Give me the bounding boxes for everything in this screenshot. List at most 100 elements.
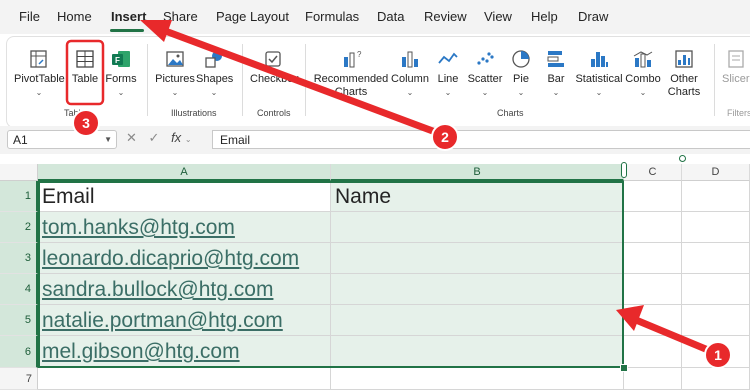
column-header-b[interactable]: B	[331, 164, 624, 181]
menu-review[interactable]: Review	[424, 9, 467, 24]
cell-d2[interactable]	[682, 212, 750, 243]
menu-help[interactable]: Help	[531, 9, 558, 24]
cell-a7[interactable]	[38, 368, 331, 390]
cell-c1[interactable]	[624, 181, 682, 212]
shapes-button[interactable]: Shapes ⌄	[196, 48, 233, 98]
cell-d3[interactable]	[682, 243, 750, 274]
name-box[interactable]: A1 ▼	[7, 130, 117, 149]
cell-d7[interactable]	[682, 368, 750, 390]
menu-data[interactable]: Data	[377, 9, 404, 24]
pie-chart-button[interactable]: Pie ⌄	[507, 48, 535, 98]
slicer-button[interactable]: Slicer	[722, 48, 750, 86]
fill-handle[interactable]	[620, 364, 628, 372]
cell-c5[interactable]	[624, 305, 682, 336]
formula-input[interactable]: Email	[212, 130, 750, 149]
table-label: Table	[71, 73, 99, 85]
statistical-label: Statistical	[575, 73, 623, 85]
other-charts-icon	[675, 50, 693, 68]
checkbox-button[interactable]: Checkbox	[250, 48, 299, 86]
menu-share[interactable]: Share	[163, 9, 198, 24]
menu-formulas[interactable]: Formulas	[305, 9, 359, 24]
row-header-1[interactable]: 1	[0, 181, 38, 212]
menu-file[interactable]: File	[19, 9, 40, 24]
row-header-3[interactable]: 3	[0, 243, 38, 274]
cell-d5[interactable]	[682, 305, 750, 336]
cell-d6[interactable]	[682, 336, 750, 368]
formula-controls: ✕ ✓ fx ⌄	[126, 130, 192, 146]
chevron-down-icon[interactable]: ▼	[104, 135, 112, 144]
ribbon-separator	[242, 44, 243, 116]
cell-d4[interactable]	[682, 274, 750, 305]
table-button[interactable]: Table	[69, 48, 101, 86]
cell-c3[interactable]	[624, 243, 682, 274]
group-label-charts: Charts	[497, 108, 524, 118]
chevron-down-icon: ⌄	[639, 88, 647, 97]
chevron-down-icon[interactable]: ⌄	[185, 135, 192, 144]
pictures-button[interactable]: Pictures ⌄	[154, 48, 196, 98]
bar-chart-button[interactable]: Bar ⌄	[542, 48, 570, 98]
resize-handle[interactable]	[621, 162, 627, 178]
other-charts-label: Other Charts	[667, 73, 701, 98]
menu-view[interactable]: View	[484, 9, 512, 24]
column-label: Column	[391, 73, 429, 85]
scatter-chart-icon	[477, 52, 494, 65]
column-chart-button[interactable]: Column ⌄	[390, 48, 430, 98]
menu-insert[interactable]: Insert	[111, 9, 146, 24]
menu-home[interactable]: Home	[57, 9, 92, 24]
checkbox-label: Checkbox	[250, 73, 299, 85]
group-label-controls: Controls	[257, 108, 291, 118]
cell-c2[interactable]	[624, 212, 682, 243]
recommended-charts-button[interactable]: ? Recommended Charts	[312, 48, 390, 99]
slicer-label: Slicer	[722, 73, 750, 85]
cancel-icon[interactable]: ✕	[126, 130, 137, 145]
combo-chart-button[interactable]: Combo ⌄	[624, 48, 662, 98]
group-label-tables: Tables	[64, 108, 91, 118]
row-header-6[interactable]: 6	[0, 336, 38, 368]
chevron-down-icon: ⌄	[517, 88, 525, 97]
insert-function-icon[interactable]: fx	[171, 130, 181, 145]
cell-c4[interactable]	[624, 274, 682, 305]
bar-label: Bar	[547, 73, 565, 85]
row-header-5[interactable]: 5	[0, 305, 38, 336]
svg-text:?: ?	[357, 50, 362, 59]
cell-b7[interactable]	[331, 368, 624, 390]
chevron-down-icon: ⌄	[552, 88, 560, 97]
pivottable-button[interactable]: PivotTable ⌄	[14, 48, 65, 98]
row-header-7[interactable]: 7	[0, 368, 38, 390]
enter-icon[interactable]: ✓	[149, 130, 160, 145]
combo-chart-icon	[633, 51, 653, 68]
column-header-d[interactable]: D	[682, 164, 750, 181]
pivottable-icon	[30, 50, 47, 68]
cell-c7[interactable]	[624, 368, 682, 390]
line-label: Line	[437, 73, 459, 85]
other-charts-button[interactable]: Other Charts	[664, 48, 704, 99]
svg-text:F: F	[115, 56, 120, 65]
forms-button[interactable]: F Forms ⌄	[104, 48, 138, 98]
checkbox-icon	[265, 51, 281, 67]
column-header-a[interactable]: A	[38, 164, 331, 181]
chevron-down-icon: ⌄	[35, 88, 43, 97]
shapes-icon	[205, 51, 222, 68]
ribbon-separator	[714, 44, 715, 116]
select-all-corner[interactable]	[0, 164, 38, 181]
pictures-icon	[166, 51, 184, 67]
row-header-4[interactable]: 4	[0, 274, 38, 305]
menu-page-layout[interactable]: Page Layout	[216, 9, 289, 24]
scatter-chart-button[interactable]: Scatter ⌄	[466, 48, 504, 98]
forms-label: Forms	[105, 73, 137, 85]
bar-chart-icon	[547, 51, 564, 67]
line-chart-button[interactable]: Line ⌄	[433, 48, 463, 98]
cell-c6[interactable]	[624, 336, 682, 368]
column-header-c[interactable]: C	[624, 164, 682, 181]
rotate-handle[interactable]	[679, 155, 686, 162]
row-header-2[interactable]: 2	[0, 212, 38, 243]
slicer-icon	[728, 50, 744, 68]
menu-bar: File Home Insert Share Page Layout Formu…	[0, 0, 750, 34]
group-label-filters: Filters	[727, 108, 750, 118]
cell-d1[interactable]	[682, 181, 750, 212]
selection-range-border	[38, 181, 624, 368]
pivottable-label: PivotTable	[14, 73, 65, 85]
menu-draw[interactable]: Draw	[578, 9, 608, 24]
pie-chart-icon	[512, 50, 530, 68]
statistical-chart-button[interactable]: Statistical ⌄	[575, 48, 623, 98]
